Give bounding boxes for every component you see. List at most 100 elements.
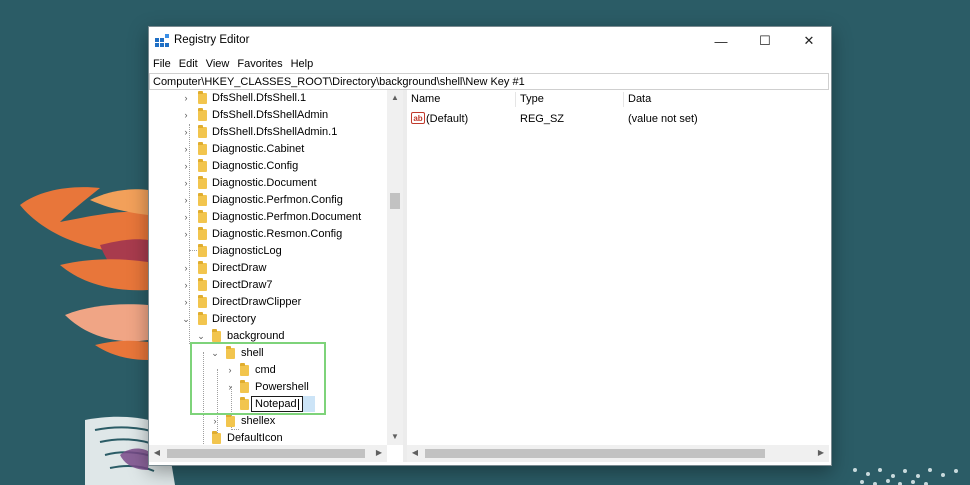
tree-item-dfsshell-admin[interactable]: › DfsShell.DfsShellAdmin bbox=[149, 107, 403, 124]
expand-icon[interactable]: › bbox=[210, 413, 220, 430]
tree-horizontal-scrollbar[interactable]: ◀ ▶ bbox=[149, 445, 387, 462]
column-header-data[interactable]: Data bbox=[628, 93, 651, 105]
folder-icon bbox=[198, 108, 207, 121]
tree-vertical-scrollbar[interactable]: ▲ ▼ bbox=[387, 90, 403, 445]
tree-item-diagnostic-perfmon-config[interactable]: › Diagnostic.Perfmon.Config bbox=[149, 192, 403, 209]
highlight-annotation bbox=[190, 342, 326, 415]
tree-item-dfsshell-admin-1[interactable]: › DfsShell.DfsShellAdmin.1 bbox=[149, 124, 403, 141]
tree-item-diagnostic-resmon-config[interactable]: › Diagnostic.Resmon.Config bbox=[149, 226, 403, 243]
expand-icon[interactable]: › bbox=[181, 226, 191, 243]
expand-icon[interactable]: › bbox=[181, 158, 191, 175]
column-header-type[interactable]: Type bbox=[520, 93, 544, 105]
tree-item-directdraw7[interactable]: › DirectDraw7 bbox=[149, 277, 403, 294]
folder-icon bbox=[198, 261, 207, 274]
menu-edit[interactable]: Edit bbox=[175, 55, 202, 73]
tree-item-label: DfsShell.DfsShell.1 bbox=[212, 92, 307, 104]
folder-icon bbox=[198, 210, 207, 223]
menu-bar: File Edit View Favorites Help bbox=[149, 55, 317, 73]
tree-item-label: Diagnostic.Resmon.Config bbox=[212, 228, 343, 240]
expand-icon[interactable]: › bbox=[181, 209, 191, 226]
scroll-down-icon[interactable]: ▼ bbox=[387, 432, 403, 441]
expand-icon bbox=[181, 243, 191, 260]
expand-icon[interactable]: › bbox=[181, 277, 191, 294]
tree-item-diagnostic-document[interactable]: › Diagnostic.Document bbox=[149, 175, 403, 192]
scroll-left-icon[interactable]: ◀ bbox=[407, 448, 423, 457]
list-horizontal-scrollbar[interactable]: ◀ ▶ bbox=[407, 445, 829, 462]
folder-icon bbox=[198, 193, 207, 206]
tree-item-diagnostic-perfmon-document[interactable]: › Diagnostic.Perfmon.Document bbox=[149, 209, 403, 226]
value-name: (Default) bbox=[426, 113, 469, 125]
column-divider[interactable] bbox=[515, 92, 516, 107]
minimize-button[interactable]: — bbox=[699, 27, 743, 55]
tree-item-label: Diagnostic.Perfmon.Document bbox=[212, 211, 362, 223]
expand-icon[interactable]: › bbox=[181, 124, 191, 141]
window-title: Registry Editor bbox=[174, 34, 250, 46]
tree-item-directdraw[interactable]: › DirectDraw bbox=[149, 260, 403, 277]
tree-item-label: shellex bbox=[241, 415, 276, 427]
column-divider[interactable] bbox=[623, 92, 624, 107]
expand-icon[interactable]: › bbox=[181, 294, 191, 311]
folder-icon bbox=[198, 227, 207, 240]
tree-item-label: DiagnosticLog bbox=[212, 245, 282, 257]
folder-icon bbox=[198, 176, 207, 189]
scroll-thumb[interactable] bbox=[425, 449, 765, 458]
tree-item-directory[interactable]: ⌄ Directory bbox=[149, 311, 403, 328]
tree-item-diagnostic-cabinet[interactable]: › Diagnostic.Cabinet bbox=[149, 141, 403, 158]
expand-icon[interactable]: › bbox=[181, 107, 191, 124]
scroll-thumb[interactable] bbox=[167, 449, 365, 458]
scroll-right-icon[interactable]: ▶ bbox=[371, 448, 387, 457]
maximize-button[interactable]: ☐ bbox=[743, 27, 787, 55]
tree-item-label: Diagnostic.Document bbox=[212, 177, 317, 189]
value-type: REG_SZ bbox=[520, 113, 565, 125]
tree-item-label: DfsShell.DfsShellAdmin.1 bbox=[212, 126, 338, 138]
tree-item-label: DfsShell.DfsShellAdmin bbox=[212, 109, 329, 121]
close-button[interactable]: ✕ bbox=[787, 27, 831, 55]
tree-item-shellex[interactable]: › shellex bbox=[149, 413, 403, 430]
expand-icon[interactable]: › bbox=[181, 192, 191, 209]
menu-favorites[interactable]: Favorites bbox=[233, 55, 286, 73]
value-data: (value not set) bbox=[628, 113, 698, 125]
folder-icon bbox=[198, 159, 207, 172]
folder-icon bbox=[198, 125, 207, 138]
folder-icon bbox=[198, 295, 207, 308]
tree-item-directdrawclipper[interactable]: › DirectDrawClipper bbox=[149, 294, 403, 311]
tree-item-label: Diagnostic.Cabinet bbox=[212, 143, 305, 155]
scroll-right-icon[interactable]: ▶ bbox=[813, 448, 829, 457]
minimize-icon: — bbox=[714, 33, 728, 49]
folder-icon bbox=[198, 244, 207, 257]
tree-item-defaulticon[interactable]: DefaultIcon bbox=[149, 430, 403, 445]
menu-view[interactable]: View bbox=[202, 55, 234, 73]
values-list: Name Type Data ab (Default) REG_SZ (valu… bbox=[407, 90, 829, 445]
folder-icon bbox=[198, 312, 207, 325]
folder-icon bbox=[198, 142, 207, 155]
expand-icon[interactable]: › bbox=[181, 141, 191, 158]
tree-item-label: Directory bbox=[212, 313, 257, 325]
registry-editor-icon bbox=[155, 34, 169, 47]
tree-item-diagnostic-config[interactable]: › Diagnostic.Config bbox=[149, 158, 403, 175]
scroll-up-icon[interactable]: ▲ bbox=[387, 93, 403, 102]
menu-file[interactable]: File bbox=[149, 55, 175, 73]
tree-item-diagnosticlog[interactable]: DiagnosticLog bbox=[149, 243, 403, 260]
address-bar[interactable]: Computer\HKEY_CLASSES_ROOT\Directory\bac… bbox=[149, 73, 829, 90]
folder-icon bbox=[212, 431, 221, 444]
close-icon: ✕ bbox=[803, 33, 815, 48]
menu-help[interactable]: Help bbox=[287, 55, 318, 73]
folder-icon bbox=[198, 278, 207, 291]
tree-item-dfsshell-1[interactable]: › DfsShell.DfsShell.1 bbox=[149, 90, 403, 107]
scroll-left-icon[interactable]: ◀ bbox=[149, 448, 165, 457]
tree-item-label: DirectDrawClipper bbox=[212, 296, 302, 308]
tree-item-label: Diagnostic.Perfmon.Config bbox=[212, 194, 343, 206]
collapse-icon[interactable]: ⌄ bbox=[181, 311, 191, 328]
expand-icon[interactable]: › bbox=[181, 90, 191, 107]
scroll-thumb[interactable] bbox=[390, 193, 400, 209]
folder-icon bbox=[198, 91, 207, 104]
tree-item-label: DirectDraw bbox=[212, 262, 267, 274]
folder-icon bbox=[212, 329, 221, 342]
title-bar[interactable]: Registry Editor — ☐ ✕ bbox=[149, 27, 831, 55]
expand-icon[interactable]: › bbox=[181, 175, 191, 192]
column-header-name[interactable]: Name bbox=[411, 93, 440, 105]
tree-item-label: Diagnostic.Config bbox=[212, 160, 299, 172]
string-value-icon: ab bbox=[411, 112, 425, 124]
tree-item-label: DirectDraw7 bbox=[212, 279, 273, 291]
expand-icon[interactable]: › bbox=[181, 260, 191, 277]
